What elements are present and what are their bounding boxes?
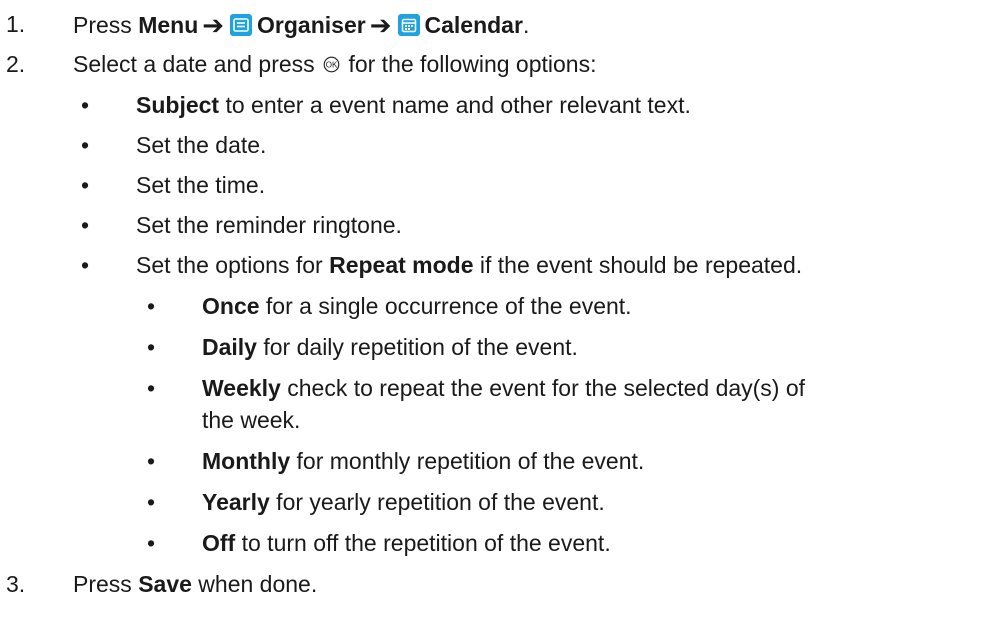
- save-label: Save: [138, 571, 192, 597]
- option-text: to enter a event name and other relevant…: [219, 92, 691, 118]
- repeat-mode-text: check to repeat the event for the select…: [280, 375, 806, 401]
- calendar-icon: [397, 14, 420, 36]
- repeat-mode-text: to turn off the repetition of the event.: [235, 530, 611, 556]
- arrow-right-icon: ➔: [202, 10, 225, 40]
- calendar-label: Calendar: [424, 12, 523, 38]
- repeat-mode-text: for monthly repetition of the event.: [290, 448, 645, 474]
- repeat-mode-text: the week.: [202, 407, 301, 433]
- svg-text:OK: OK: [326, 61, 338, 70]
- organiser-label: Organiser: [257, 12, 366, 38]
- option-keyword: Subject: [136, 92, 220, 118]
- step-text: Press: [73, 12, 132, 38]
- repeat-mode-keyword: Once: [202, 293, 260, 319]
- bullet: •: [80, 212, 90, 238]
- step-number: 2.: [6, 51, 26, 77]
- step-number: 3.: [6, 571, 26, 597]
- bullet: •: [146, 293, 156, 319]
- repeat-mode-text: for a single occurrence of the event.: [259, 293, 632, 319]
- option-text: Set the options for: [136, 252, 330, 278]
- repeat-mode-keyword: Yearly: [202, 489, 270, 515]
- bullet: •: [146, 448, 156, 474]
- bullet: •: [80, 132, 90, 158]
- repeat-mode-text: for yearly repetition of the event.: [269, 489, 605, 515]
- organiser-icon: [230, 14, 253, 36]
- bullet: •: [80, 252, 90, 278]
- option-text: Set the reminder ringtone.: [136, 212, 402, 238]
- ok-key-icon: OK: [323, 56, 340, 73]
- repeat-mode-keyword: Weekly: [202, 375, 281, 401]
- step-number: 1.: [6, 11, 26, 37]
- step-text: Select a date and press: [73, 51, 315, 77]
- bullet: •: [146, 375, 156, 401]
- arrow-right-icon: ➔: [369, 10, 392, 40]
- option-keyword: Repeat mode: [329, 252, 474, 278]
- instruction-page: { "step1": { "number": "1.", "press": "P…: [0, 0, 1000, 619]
- bullet: •: [146, 530, 156, 556]
- step-text: Press: [73, 571, 132, 597]
- repeat-mode-keyword: Daily: [202, 334, 257, 360]
- period: .: [522, 12, 530, 38]
- repeat-mode-keyword: Monthly: [202, 448, 291, 474]
- bullet: •: [80, 92, 90, 118]
- step-text-after: for the following options:: [348, 51, 597, 77]
- menu-label: Menu: [138, 12, 199, 38]
- step-text-after: when done.: [191, 571, 318, 597]
- bullet: •: [146, 489, 156, 515]
- option-text: Set the time.: [136, 172, 266, 198]
- option-text: Set the date.: [136, 132, 267, 158]
- option-text: if the event should be repeated.: [473, 252, 803, 278]
- bullet: •: [146, 334, 156, 360]
- repeat-mode-text: for daily repetition of the event.: [256, 334, 578, 360]
- repeat-mode-keyword: Off: [202, 530, 236, 556]
- bullet: •: [80, 172, 90, 198]
